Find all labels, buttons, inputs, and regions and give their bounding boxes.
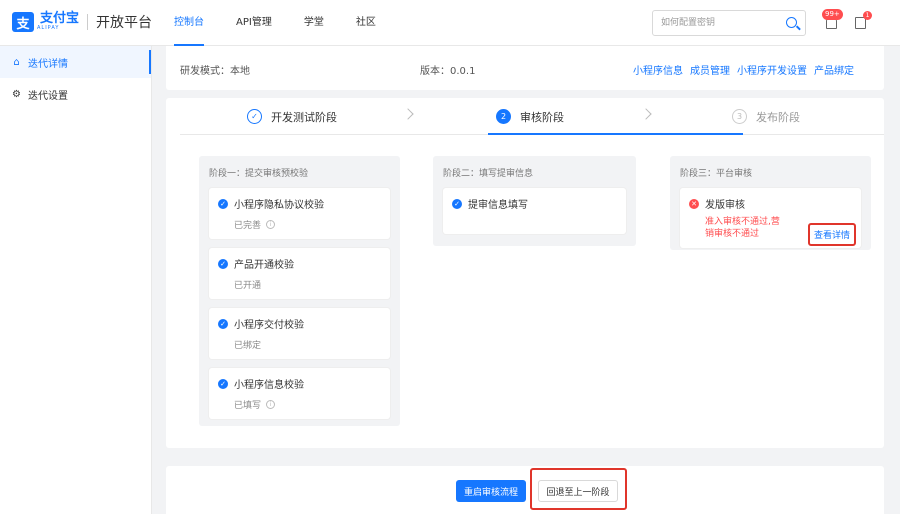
check-card-delivery: ✓ 小程序交付校验 已绑定: [209, 308, 390, 359]
step-dev-test[interactable]: ✓ 开发测试阶段: [247, 98, 337, 135]
error-circle-icon: ✕: [689, 198, 699, 209]
stage3-title: 阶段三：平台审核: [680, 169, 753, 179]
stage3-column: 阶段三：平台审核 ✕ 发版审核 准入审核不通过,营销审核不通过 查看详情: [670, 156, 871, 250]
check-circle-icon: ✓: [218, 258, 228, 269]
notification-badge: 99+: [822, 9, 843, 20]
check-status: 已填写: [234, 401, 262, 411]
chevron-right-icon: [402, 108, 414, 120]
link-member-management[interactable]: 成员管理: [690, 62, 730, 77]
main-nav: 控制台 API管理 学堂 社区: [174, 0, 408, 46]
nav-academy[interactable]: 学堂: [304, 0, 324, 46]
sidebar-item-iteration-detail[interactable]: ⌂ 迭代详情: [0, 46, 151, 78]
check-label: 产品开通校验: [234, 260, 294, 271]
info-icon[interactable]: i: [266, 220, 276, 229]
sidebar: ⌂ 迭代详情 ⚙ 迭代设置: [0, 46, 152, 514]
check-label: 小程序隐私协议校验: [234, 200, 324, 211]
stage-steps: ✓ 开发测试阶段 2 审核阶段 3 发布阶段: [180, 98, 884, 135]
check-status: 已完善: [234, 221, 262, 231]
search-box: [652, 10, 806, 36]
link-product-binding[interactable]: 产品绑定: [814, 62, 854, 77]
link-miniapp-info[interactable]: 小程序信息: [633, 62, 683, 77]
stage2-title: 阶段二：填写提审信息: [443, 169, 534, 179]
check-label: 小程序信息校验: [234, 380, 304, 391]
check-label: 小程序交付校验: [234, 320, 304, 331]
info-icon[interactable]: i: [266, 400, 276, 409]
platform-name: 开放平台: [96, 15, 153, 31]
check-label: 提审信息填写: [468, 200, 528, 211]
check-icon: ✓: [247, 109, 262, 124]
step-number: 3: [732, 109, 747, 124]
nav-api[interactable]: API管理: [236, 0, 272, 46]
review-label: 发版审核: [705, 200, 745, 211]
highlight-box: 查看详情: [807, 223, 856, 246]
check-circle-icon: ✓: [218, 318, 228, 329]
check-circle-icon: ✓: [218, 198, 228, 209]
step-number: 2: [496, 109, 511, 124]
check-card-info: ✓ 小程序信息校验 已填写 i: [209, 368, 390, 419]
search-icon[interactable]: [786, 17, 797, 28]
chevron-right-icon: [640, 108, 652, 120]
check-status: 已开通: [234, 281, 262, 291]
brand-name-cn: 支付宝: [40, 11, 80, 26]
review-card: ✕ 发版审核 准入审核不通过,营销审核不通过 查看详情: [680, 188, 861, 248]
dev-mode: 研发模式：本地: [180, 66, 250, 77]
message-badge: 1: [863, 11, 872, 20]
gear-icon: ⚙: [12, 88, 21, 100]
iteration-info-bar: 研发模式：本地 版本：0.0.1 小程序信息 成员管理 小程序开发设置 产品绑定: [166, 46, 884, 90]
restart-review-button[interactable]: 重启审核流程: [456, 480, 526, 502]
check-card-privacy: ✓ 小程序隐私协议校验 已完善 i: [209, 188, 390, 239]
search-input[interactable]: [661, 11, 781, 35]
stage1-title: 阶段一：提交审核预校验: [209, 169, 309, 179]
check-status: 已绑定: [234, 341, 262, 351]
sidebar-item-label: 迭代详情: [28, 58, 68, 70]
check-circle-icon: ✓: [452, 198, 462, 209]
version: 版本：0.0.1: [420, 66, 476, 77]
action-bar: 重启审核流程 回退至上一阶段: [166, 466, 884, 514]
review-error-text: 准入审核不通过,营销审核不通过: [705, 217, 780, 239]
step-review[interactable]: 2 审核阶段: [496, 98, 564, 135]
step-label: 开发测试阶段: [271, 110, 337, 124]
check-card-product: ✓ 产品开通校验 已开通: [209, 248, 390, 299]
sidebar-item-label: 迭代设置: [28, 90, 68, 102]
logo-divider: [87, 14, 89, 30]
top-bar: 支 支付宝 ALIPAY 开放平台 控制台 API管理 学堂 社区 99+ 1: [0, 0, 900, 46]
review-panel: ✓ 开发测试阶段 2 审核阶段 3 发布阶段 阶段一：提交审核预校验 ✓ 小程序隐…: [166, 98, 884, 448]
step-release[interactable]: 3 发布阶段: [732, 98, 800, 135]
info-links: 小程序信息 成员管理 小程序开发设置 产品绑定: [633, 62, 854, 77]
nav-console[interactable]: 控制台: [174, 0, 204, 46]
check-circle-icon: ✓: [218, 378, 228, 389]
check-card-submit-info: ✓ 提审信息填写: [443, 188, 626, 234]
alipay-logo-icon: 支: [12, 12, 34, 32]
active-step-indicator: [488, 133, 743, 135]
rollback-button[interactable]: 回退至上一阶段: [538, 480, 618, 502]
view-details-link[interactable]: 查看详情: [814, 231, 850, 241]
brand-name-en: ALIPAY: [37, 25, 60, 31]
stage2-column: 阶段二：填写提审信息 ✓ 提审信息填写: [433, 156, 636, 246]
sidebar-item-iteration-settings[interactable]: ⚙ 迭代设置: [0, 78, 151, 110]
link-dev-settings[interactable]: 小程序开发设置: [737, 62, 807, 77]
nav-community[interactable]: 社区: [356, 0, 376, 46]
step-label: 发布阶段: [756, 110, 800, 124]
step-label: 审核阶段: [520, 110, 564, 124]
stage1-column: 阶段一：提交审核预校验 ✓ 小程序隐私协议校验 已完善 i ✓ 产品开通校验 已开通 …: [199, 156, 400, 426]
home-icon: ⌂: [13, 56, 20, 68]
alipay-logo[interactable]: 支 支付宝 ALIPAY 开放平台: [12, 12, 152, 32]
